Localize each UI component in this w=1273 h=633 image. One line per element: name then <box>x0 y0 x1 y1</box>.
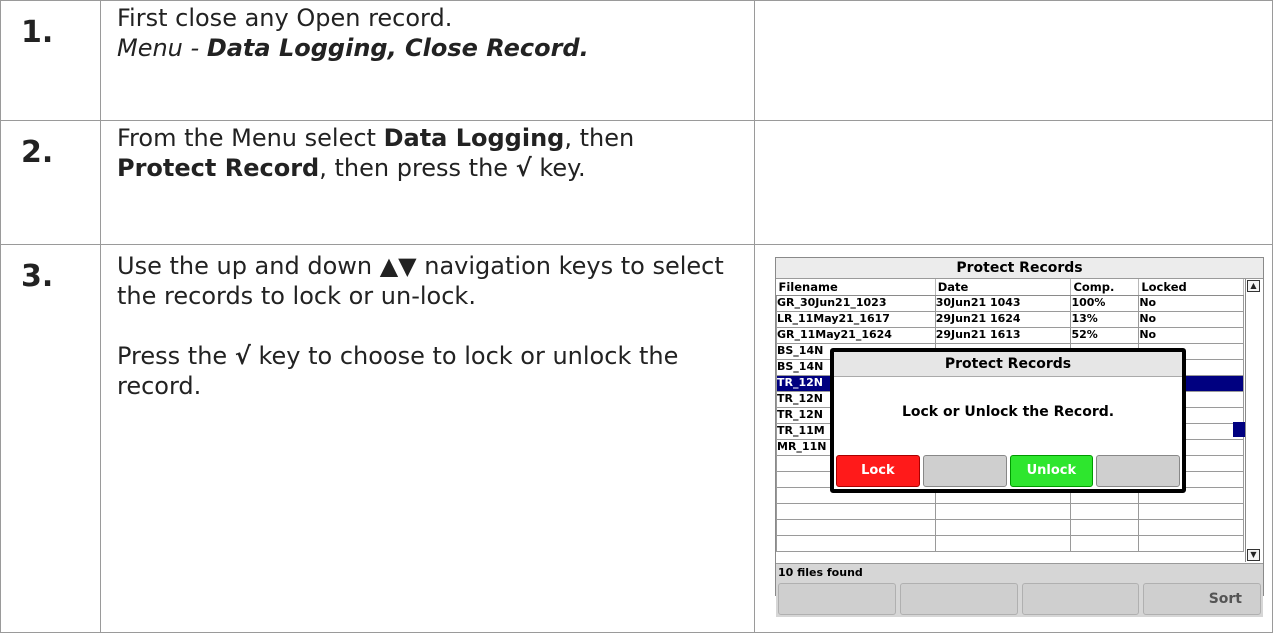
step-text: Use the up and down ▲▼ navigation keys t… <box>100 244 755 633</box>
step-number: 2. <box>0 120 101 245</box>
check-key-icon: √ <box>515 154 532 182</box>
column-header[interactable]: Date <box>935 279 1072 296</box>
table-cell <box>934 503 1072 520</box>
dialog-buttons: Lock Unlock <box>836 455 1180 487</box>
scrollbar[interactable]: ▲ ▼ <box>1245 279 1261 562</box>
table-cell <box>1070 519 1140 536</box>
table-cell <box>1138 503 1244 520</box>
table-row[interactable] <box>776 535 1244 552</box>
step-line: Press the √ key to choose to lock or unl… <box>117 342 679 400</box>
table-cell: 100% <box>1070 295 1140 312</box>
table-row[interactable]: GR_11May21_1624 29Jun21 1613 52% No <box>776 327 1244 344</box>
table-cell: 29Jun21 1613 <box>934 327 1072 344</box>
table-cell: No <box>1138 311 1244 328</box>
protect-dialog: Protect Records Lock or Unlock the Recor… <box>830 348 1186 493</box>
step-number: 3. <box>0 244 101 633</box>
table-cell <box>1070 535 1140 552</box>
unlock-button[interactable]: Unlock <box>1009 455 1094 487</box>
table-cell <box>776 535 936 552</box>
table-cell <box>1070 503 1140 520</box>
table-cell: 13% <box>1070 311 1140 328</box>
device-screen: Protect Records Filename Date Comp. Lock… <box>775 257 1264 617</box>
softkey-3[interactable] <box>1021 583 1140 615</box>
step-menu-path: Menu - Data Logging, Close Record. <box>117 34 589 62</box>
table-cell: 52% <box>1070 327 1140 344</box>
instruction-table: 1. First close any Open record. Menu - D… <box>0 0 1273 633</box>
scroll-up-icon[interactable]: ▲ <box>1247 280 1260 292</box>
table-row[interactable]: LR_11May21_1617 29Jun21 1624 13% No <box>776 311 1244 328</box>
column-header[interactable]: Locked <box>1138 279 1244 296</box>
table-cell: No <box>1138 327 1244 344</box>
scroll-down-icon[interactable]: ▼ <box>1247 549 1260 561</box>
table-cell <box>1138 535 1244 552</box>
table-cell <box>934 519 1072 536</box>
dialog-title: Protect Records <box>834 352 1182 377</box>
step-line: First close any Open record. <box>117 4 453 32</box>
table-cell <box>776 519 936 536</box>
column-header[interactable]: Comp. <box>1070 279 1140 296</box>
table-cell: GR_30Jun21_1023 <box>776 295 936 312</box>
softkey-2[interactable] <box>899 583 1018 615</box>
dialog-button-blank[interactable] <box>1096 455 1180 487</box>
step-line: From the Menu select Data Logging, then … <box>117 124 635 182</box>
step-number: 1. <box>0 0 101 121</box>
softkey-bar: Sort <box>776 581 1263 617</box>
table-cell: 30Jun21 1043 <box>934 295 1072 312</box>
table-row[interactable] <box>776 519 1244 536</box>
column-header[interactable]: Filename <box>776 279 936 296</box>
step-image-cell <box>754 120 1273 245</box>
step-image-cell <box>754 0 1273 121</box>
lock-button[interactable]: Lock <box>836 455 920 487</box>
table-cell <box>1138 519 1244 536</box>
step-image-cell: Protect Records Filename Date Comp. Lock… <box>754 244 1273 633</box>
dialog-message: Lock or Unlock the Record. <box>901 404 1115 420</box>
status-bar: 10 files found <box>776 563 1263 581</box>
table-cell: LR_11May21_1617 <box>776 311 936 328</box>
sort-button[interactable]: Sort <box>1143 583 1261 615</box>
step-text: First close any Open record. Menu - Data… <box>100 0 755 121</box>
table-cell: No <box>1138 295 1244 312</box>
table-row[interactable] <box>776 503 1244 520</box>
step-text: From the Menu select Data Logging, then … <box>100 120 755 245</box>
dialog-button-blank[interactable] <box>922 455 1007 487</box>
table-cell: GR_11May21_1624 <box>776 327 936 344</box>
table-cell: 29Jun21 1624 <box>934 311 1072 328</box>
screen-title: Protect Records <box>776 258 1263 279</box>
softkey-1[interactable] <box>778 583 896 615</box>
table-cell <box>776 503 936 520</box>
check-key-icon: √ <box>234 342 251 370</box>
table-row[interactable]: GR_30Jun21_1023 30Jun21 1043 100% No <box>776 295 1244 312</box>
step-line: Use the up and down ▲▼ navigation keys t… <box>117 252 724 310</box>
table-cell <box>934 535 1072 552</box>
